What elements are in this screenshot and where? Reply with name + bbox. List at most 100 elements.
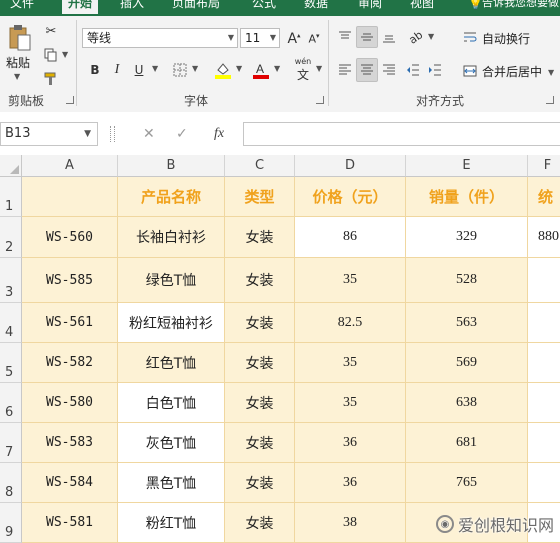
cell-b1[interactable]: 产品名称 [118,177,225,217]
column-header-b[interactable]: B [118,155,225,177]
paste-dropdown-icon[interactable]: ▼ [14,72,20,81]
select-all-button[interactable] [0,155,22,177]
cell-f2[interactable]: 880 [528,217,560,258]
row-header-9[interactable]: 9 [0,503,22,543]
formula-input[interactable] [243,122,560,146]
cell-d7[interactable]: 36 [295,423,406,463]
cell-e5[interactable]: 569 [406,343,528,383]
cell-c4[interactable]: 女装 [225,303,295,343]
cell-a1[interactable] [22,177,118,217]
decrease-indent-icon[interactable] [402,58,424,82]
cell-a3[interactable]: WS-585 [22,258,118,303]
paste-button-label[interactable]: 粘贴 [6,54,30,71]
italic-button[interactable]: I [106,58,128,82]
cell-e7[interactable]: 681 [406,423,528,463]
font-size-select[interactable]: 11 ▼ [240,28,280,48]
cell-d6[interactable]: 35 [295,383,406,423]
cell-f8[interactable] [528,463,560,503]
tab-formulas[interactable]: 公式 [252,0,276,14]
column-header-c[interactable]: C [225,155,295,177]
fill-color-icon[interactable] [210,58,236,82]
row-header-6[interactable]: 6 [0,383,22,423]
bottom-align-icon[interactable] [378,26,400,48]
tab-home[interactable]: 开始 [62,0,99,14]
align-left-icon[interactable] [334,58,356,82]
cell-b6[interactable]: 白色T恤 [118,383,225,423]
copy-icon[interactable] [40,44,62,66]
fill-color-dropdown-icon[interactable]: ▼ [236,64,242,73]
align-right-icon[interactable] [378,58,400,82]
paste-icon[interactable] [4,22,36,54]
column-header-d[interactable]: D [295,155,406,177]
tab-view[interactable]: 视图 [410,0,434,14]
cell-e2[interactable]: 329 [406,217,528,258]
orientation-icon[interactable]: ab [404,26,428,48]
cell-a6[interactable]: WS-580 [22,383,118,423]
cell-a2[interactable]: WS-560 [22,217,118,258]
row-header-1[interactable]: 1 [0,177,22,217]
cell-d8[interactable]: 36 [295,463,406,503]
column-header-f[interactable]: F [528,155,560,177]
cell-b9[interactable]: 粉红T恤 [118,503,225,543]
cell-b7[interactable]: 灰色T恤 [118,423,225,463]
cell-f1[interactable]: 统 [528,177,560,217]
cell-f7[interactable] [528,423,560,463]
tab-data[interactable]: 数据 [304,0,328,14]
merge-center-icon[interactable] [460,60,480,82]
alignment-launcher-icon[interactable] [546,96,554,104]
cell-e8[interactable]: 765 [406,463,528,503]
orientation-dropdown-icon[interactable]: ▼ [428,32,434,41]
cell-c6[interactable]: 女装 [225,383,295,423]
middle-align-icon[interactable] [356,26,378,48]
row-header-5[interactable]: 5 [0,343,22,383]
insert-function-icon[interactable]: fx [214,126,224,142]
copy-dropdown-icon[interactable]: ▼ [62,50,68,59]
clipboard-launcher-icon[interactable] [66,96,74,104]
underline-button[interactable]: U [128,58,150,82]
wrap-text-button[interactable]: 自动换行 [482,30,530,47]
underline-dropdown-icon[interactable]: ▼ [152,64,158,73]
row-header-2[interactable]: 2 [0,217,22,258]
font-color-dropdown-icon[interactable]: ▼ [274,64,280,73]
cell-c1[interactable]: 类型 [225,177,295,217]
cell-c2[interactable]: 女装 [225,217,295,258]
row-header-4[interactable]: 4 [0,303,22,343]
borders-icon[interactable] [168,58,192,82]
worksheet-grid[interactable]: ABCDEF 1 2 3 4 5 6 7 8 9 产品名称 类型 价格（元） 销量（件）统 WS-560… [0,155,560,543]
cell-c7[interactable]: 女装 [225,423,295,463]
phonetic-guide-button[interactable]: wén 文 [290,56,316,84]
cell-a9[interactable]: WS-581 [22,503,118,543]
cell-f5[interactable] [528,343,560,383]
cell-e1[interactable]: 销量（件） [406,177,528,217]
cut-icon[interactable]: ✂ [40,20,62,42]
cell-e3[interactable]: 528 [406,258,528,303]
cell-d3[interactable]: 35 [295,258,406,303]
cell-d4[interactable]: 82.5 [295,303,406,343]
cell-a7[interactable]: WS-583 [22,423,118,463]
increase-font-size-icon[interactable]: A▴ [284,28,304,50]
cell-c5[interactable]: 女装 [225,343,295,383]
cell-b3[interactable]: 绿色T恤 [118,258,225,303]
drag-handle[interactable] [110,126,115,142]
cell-c8[interactable]: 女装 [225,463,295,503]
cancel-icon[interactable]: ✕ [143,126,155,142]
font-launcher-icon[interactable] [316,96,324,104]
cell-a4[interactable]: WS-561 [22,303,118,343]
cell-d9[interactable]: 38 [295,503,406,543]
cell-c9[interactable]: 女装 [225,503,295,543]
font-name-select[interactable]: 等线 ▼ [82,28,238,48]
increase-indent-icon[interactable] [424,58,446,82]
column-header-a[interactable]: A [22,155,118,177]
cell-a8[interactable]: WS-584 [22,463,118,503]
cell-f6[interactable] [528,383,560,423]
cell-f4[interactable] [528,303,560,343]
merge-center-button[interactable]: 合并后居中 [482,63,542,80]
wrap-text-icon[interactable] [460,26,480,48]
cell-b4[interactable]: 粉红短袖衬衫 [118,303,225,343]
phonetic-dropdown-icon[interactable]: ▼ [316,64,322,73]
cell-b8[interactable]: 黑色T恤 [118,463,225,503]
cell-d2[interactable]: 86 [295,217,406,258]
decrease-font-size-icon[interactable]: A▾ [304,28,324,50]
row-header-8[interactable]: 8 [0,463,22,503]
borders-dropdown-icon[interactable]: ▼ [192,64,198,73]
